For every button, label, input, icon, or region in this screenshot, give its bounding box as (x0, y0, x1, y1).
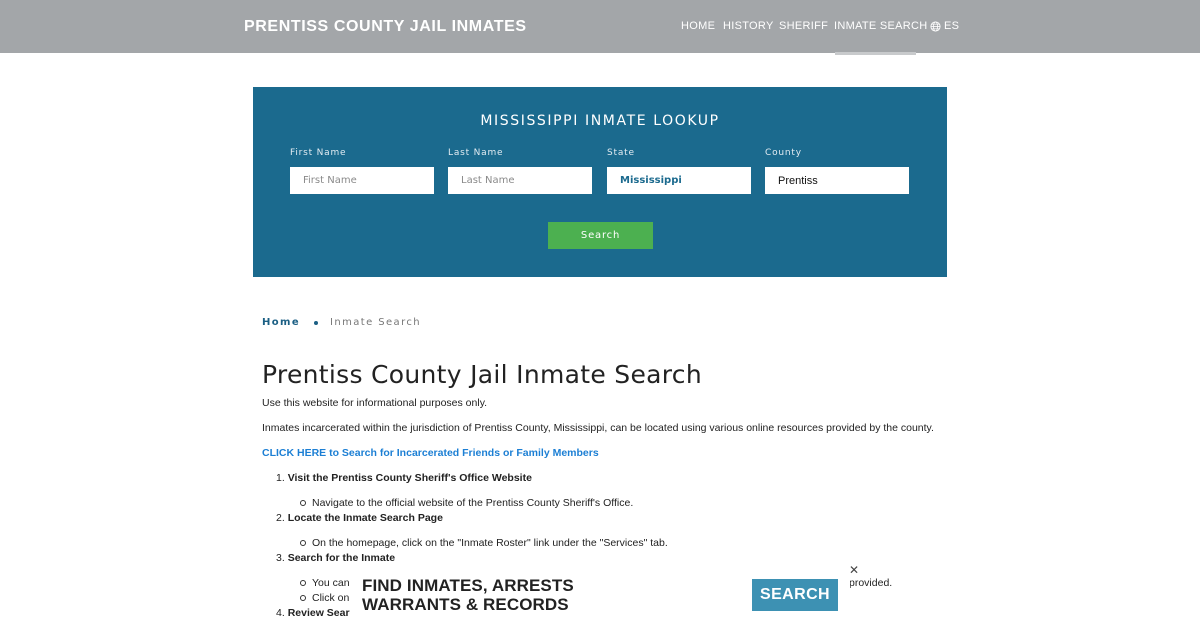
intro-text: Use this website for informational purpo… (262, 397, 488, 409)
bullet-icon (300, 595, 306, 601)
advertisement-banner[interactable]: FIND INMATES, ARRESTS WARRANTS & RECORDS… (350, 572, 850, 620)
county-select[interactable]: Prentiss (765, 167, 909, 194)
close-icon[interactable]: ✕ (849, 563, 859, 577)
page-title: Prentiss County Jail Inmate Search (262, 360, 702, 389)
sub-list-item: You can (300, 577, 350, 589)
panel-title: MISSISSIPPI INMATE LOOKUP (480, 113, 720, 129)
step-title: Review Searcl (287, 607, 359, 619)
first-name-input[interactable] (290, 167, 434, 194)
sub-list-item: Click on (300, 592, 349, 604)
breadcrumb-current: Inmate Search (330, 317, 422, 328)
sub-list-item: On the homepage, click on the "Inmate Ro… (300, 537, 668, 549)
bullet-icon (300, 540, 306, 546)
breadcrumb: Home Inmate Search (262, 317, 421, 328)
last-name-input[interactable] (448, 167, 592, 194)
active-nav-indicator (835, 52, 916, 55)
county-label: County (765, 148, 802, 158)
sub-item-text: Click on (312, 592, 350, 604)
step-number: 2. (276, 512, 285, 524)
language-label: ES (944, 20, 960, 32)
globe-icon (930, 20, 941, 32)
nav-inmate-search[interactable]: INMATE SEARCH (834, 20, 928, 32)
sub-list-item: Navigate to the official website of the … (300, 497, 633, 509)
ad-search-button[interactable]: SEARCH (752, 579, 838, 611)
first-name-label: First Name (290, 148, 347, 158)
sub-item-text: Navigate to the official website of the … (312, 497, 634, 509)
step-number: 3. (276, 552, 285, 564)
inmate-lookup-panel: MISSISSIPPI INMATE LOOKUP First Name Las… (253, 87, 947, 277)
bullet-icon (300, 580, 306, 586)
ad-headline: FIND INMATES, ARRESTS WARRANTS & RECORDS (362, 576, 574, 614)
breadcrumb-separator-icon (314, 320, 319, 325)
step-number: 1. (276, 472, 285, 484)
state-label: State (607, 148, 635, 158)
step-number: 4. (276, 607, 285, 619)
step-title: Search for the Inmate (287, 552, 396, 564)
search-friends-link[interactable]: CLICK HERE to Search for Incarcerated Fr… (262, 447, 599, 459)
search-button[interactable]: Search (548, 222, 653, 249)
description-text: Inmates incarcerated within the jurisdic… (262, 422, 934, 434)
step-title: Locate the Inmate Search Page (287, 512, 443, 524)
bullet-icon (300, 500, 306, 506)
nav-language[interactable]: ES (930, 20, 959, 32)
nav-history[interactable]: HISTORY (723, 20, 774, 32)
main-nav: HOME HISTORY SHERIFF INMATE SEARCH ES (0, 20, 1200, 34)
sub-item-text: You can (312, 577, 350, 589)
list-item: 2. Locate the Inmate Search Page (276, 512, 443, 524)
sub-item-text: On the homepage, click on the "Inmate Ro… (312, 537, 668, 549)
list-item: 4. Review Searcl (276, 607, 358, 619)
step-title: Visit the Prentiss County Sheriff's Offi… (287, 472, 532, 484)
list-item: 3. Search for the Inmate (276, 552, 395, 564)
nav-home[interactable]: HOME (681, 20, 715, 32)
ad-line-1: FIND INMATES, ARRESTS (362, 576, 574, 595)
breadcrumb-home[interactable]: Home (262, 317, 300, 328)
nav-sheriff[interactable]: SHERIFF (779, 20, 828, 32)
ad-line-2: WARRANTS & RECORDS (362, 595, 569, 614)
state-select[interactable]: Mississippi (607, 167, 751, 194)
last-name-label: Last Name (448, 148, 504, 158)
sub-item-trailing-text: provided. (849, 577, 893, 589)
list-item: 1. Visit the Prentiss County Sheriff's O… (276, 472, 532, 484)
